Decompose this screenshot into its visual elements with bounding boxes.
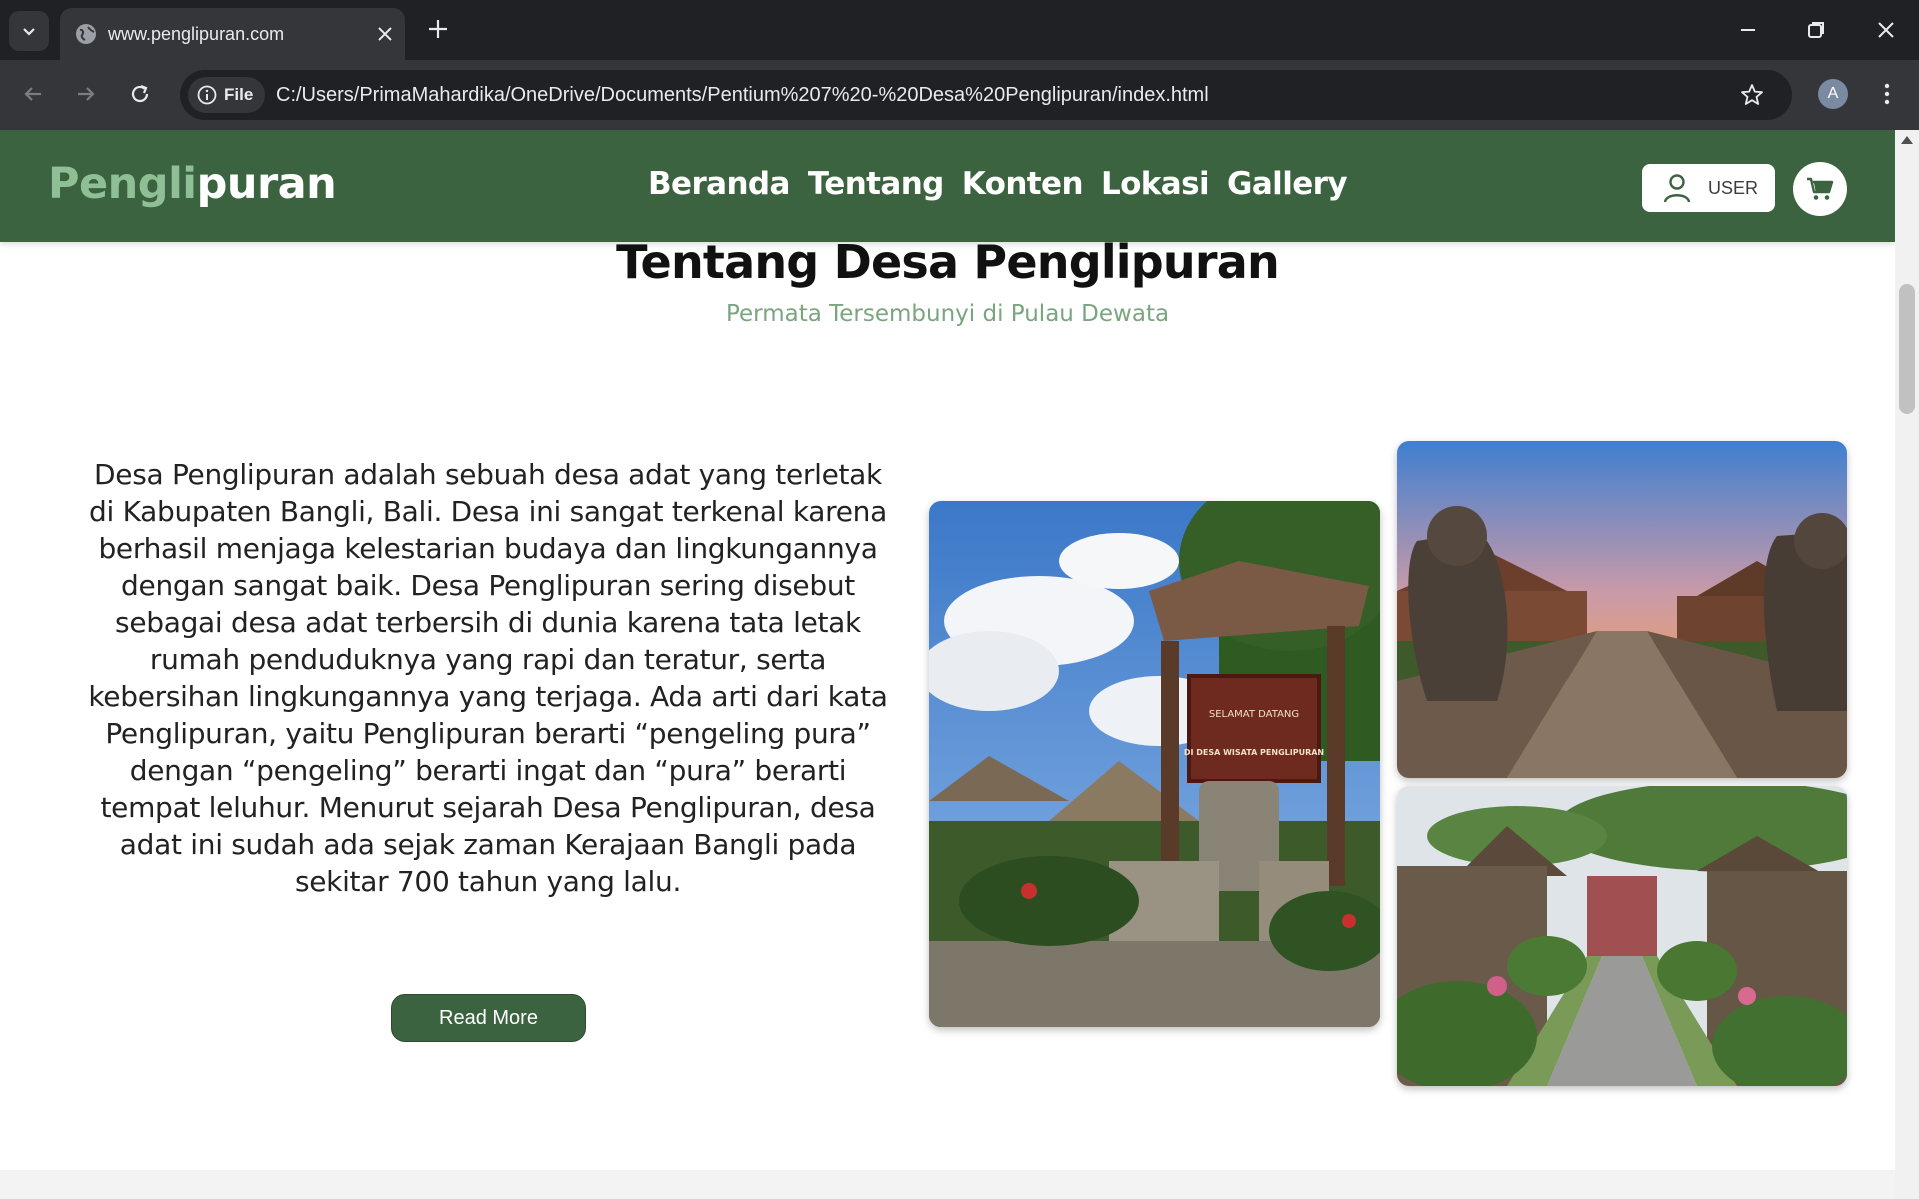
globe-icon <box>76 24 96 44</box>
nav-link-konten[interactable]: Konten <box>962 160 1084 208</box>
user-icon <box>1663 174 1691 203</box>
window-close-icon[interactable] <box>1870 14 1902 46</box>
minimize-icon[interactable] <box>1732 14 1764 46</box>
info-icon <box>197 85 217 105</box>
browser-toolbar: File C:/Users/PrimaMahardika/OneDrive/Do… <box>0 60 1919 130</box>
photo-village-street <box>1397 786 1847 1086</box>
nav-link-gallery[interactable]: Gallery <box>1227 160 1348 208</box>
section-subtitle: Permata Tersembunyi di Pulau Dewata <box>725 301 1170 327</box>
main-nav: Beranda Tentang Konten Lokasi Gallery <box>648 160 1348 208</box>
chip-label: File <box>224 85 254 104</box>
tab-search-button[interactable] <box>9 11 49 51</box>
site-logo[interactable]: Penglipuran <box>48 158 337 210</box>
bookmark-star-icon[interactable] <box>1738 81 1766 109</box>
nav-link-tentang[interactable]: Tentang <box>808 160 945 208</box>
reload-icon[interactable] <box>124 78 156 110</box>
scroll-up-arrow-icon[interactable] <box>1901 136 1913 144</box>
tab-title: www.penglipuran.com <box>108 24 285 44</box>
page-viewport: Penglipuran Beranda Tentang Konten Lokas… <box>0 130 1895 1199</box>
sunset-street-image <box>1397 441 1847 778</box>
scroll-thumb[interactable] <box>1899 284 1915 414</box>
cart-icon <box>1807 177 1834 200</box>
close-icon[interactable] <box>373 22 397 46</box>
user-button[interactable]: USER <box>1642 164 1775 212</box>
about-paragraph: Desa Penglipuran adalah sebuah desa adat… <box>88 458 888 898</box>
page-scrollbar[interactable] <box>1895 130 1919 1199</box>
photo-sunset-street <box>1397 441 1847 778</box>
village-street-image <box>1397 786 1847 1086</box>
sign-text-1: SELAMAT DATANG <box>1209 709 1299 720</box>
cart-button[interactable] <box>1793 162 1847 216</box>
logo-part-white: puran <box>196 159 337 209</box>
restore-icon[interactable] <box>1800 14 1832 46</box>
site-header: Penglipuran Beranda Tentang Konten Lokas… <box>0 130 1895 242</box>
new-tab-icon[interactable] <box>424 15 452 43</box>
chevron-down-icon <box>23 28 35 36</box>
logo-part-accent: Pengli <box>48 159 197 209</box>
nav-link-beranda[interactable]: Beranda <box>648 160 790 208</box>
forward-arrow-icon[interactable] <box>70 78 102 110</box>
site-info-chip[interactable]: File <box>188 77 266 113</box>
village-entrance-image: SELAMAT DATANG DI DESA WISATA PENGLIPURA… <box>929 501 1380 1027</box>
nav-link-lokasi[interactable]: Lokasi <box>1101 160 1210 208</box>
address-bar[interactable]: File C:/Users/PrimaMahardika/OneDrive/Do… <box>180 70 1792 120</box>
profile-avatar[interactable]: A <box>1818 79 1848 109</box>
browser-tab-active[interactable]: www.penglipuran.com <box>60 8 405 60</box>
back-arrow-icon[interactable] <box>17 78 49 110</box>
next-section-edge <box>0 1170 1895 1199</box>
read-more-button[interactable]: Read More <box>391 994 586 1042</box>
user-label: USER <box>1708 177 1759 198</box>
sign-text-2: DI DESA WISATA PENGLIPURAN <box>1184 748 1324 757</box>
browser-tab-strip: www.penglipuran.com <box>0 0 1919 60</box>
photo-village-entrance: SELAMAT DATANG DI DESA WISATA PENGLIPURA… <box>929 501 1380 1027</box>
url-text[interactable]: C:/Users/PrimaMahardika/OneDrive/Documen… <box>276 82 1209 108</box>
more-menu-icon[interactable] <box>1873 78 1901 110</box>
